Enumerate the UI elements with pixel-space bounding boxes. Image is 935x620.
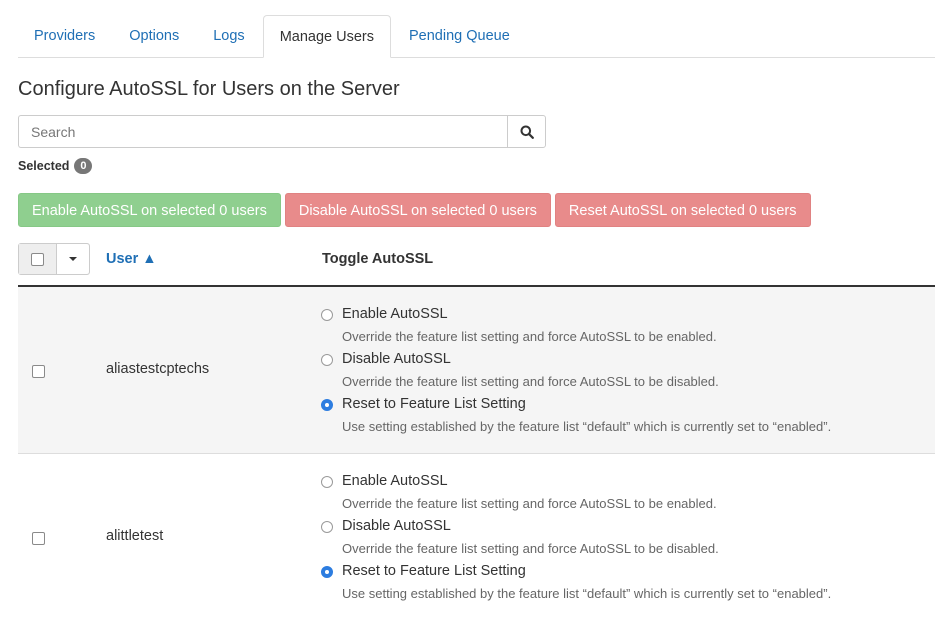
selected-count-badge: 0 [74,158,93,174]
checkbox-box [31,252,44,266]
table-header: User ▲ Toggle AutoSSL [18,243,935,287]
search-button[interactable] [507,115,546,148]
option-label[interactable]: Enable AutoSSL [342,473,448,489]
row-username: alittletest [106,528,164,544]
radio-disable-autossl[interactable] [321,521,333,533]
page: Providers Options Logs Manage Users Pend… [0,0,935,620]
option-description: Use setting established by the feature l… [342,586,832,601]
radio-reset-feature-list[interactable] [321,566,333,578]
option-description: Override the feature list setting and fo… [342,541,719,556]
option-label[interactable]: Reset to Feature List Setting [342,396,526,412]
page-title: Configure AutoSSL for Users on the Serve… [18,78,400,100]
radio-reset-feature-list[interactable] [321,399,333,411]
option-description: Override the feature list setting and fo… [342,374,719,389]
option-label[interactable]: Enable AutoSSL [342,306,448,322]
row-checkbox[interactable] [32,365,45,378]
select-all-control [18,243,90,275]
radio-enable-autossl[interactable] [321,309,333,321]
caret-down-icon [69,257,77,261]
row-username: aliastestcptechs [106,361,210,377]
tab-options[interactable]: Options [113,15,195,57]
selected-label: Selected [18,159,70,173]
select-options-dropdown[interactable] [57,244,89,274]
search-group [18,115,546,148]
radio-disable-autossl[interactable] [321,354,333,366]
radio-enable-autossl[interactable] [321,476,333,488]
tab-providers[interactable]: Providers [18,15,111,57]
select-all-checkbox[interactable] [19,244,57,274]
search-input[interactable] [18,115,507,148]
enable-selected-button[interactable]: Enable AutoSSL on selected 0 users [18,193,281,227]
option-description: Override the feature list setting and fo… [342,496,717,511]
column-header-user[interactable]: User ▲ [106,251,157,267]
search-icon [520,125,534,139]
row-checkbox[interactable] [32,532,45,545]
reset-selected-button[interactable]: Reset AutoSSL on selected 0 users [554,193,811,227]
bulk-actions: Enable AutoSSL on selected 0 users Disab… [18,193,815,227]
option-description: Override the feature list setting and fo… [342,329,717,344]
option-label[interactable]: Reset to Feature List Setting [342,563,526,579]
tab-logs[interactable]: Logs [197,15,260,57]
tab-pending-queue[interactable]: Pending Queue [393,15,526,57]
tab-bar: Providers Options Logs Manage Users Pend… [18,15,935,58]
option-description: Use setting established by the feature l… [342,419,832,434]
option-label[interactable]: Disable AutoSSL [342,351,451,367]
column-header-toggle-autossl: Toggle AutoSSL [322,251,434,267]
table-row: aliastestcptechs Enable AutoSSL Override… [18,287,935,454]
selected-indicator: Selected 0 [18,158,93,174]
table-row: alittletest Enable AutoSSL Override the … [18,454,935,620]
disable-selected-button[interactable]: Disable AutoSSL on selected 0 users [284,193,551,227]
option-label[interactable]: Disable AutoSSL [342,518,451,534]
tab-manage-users[interactable]: Manage Users [262,15,391,58]
